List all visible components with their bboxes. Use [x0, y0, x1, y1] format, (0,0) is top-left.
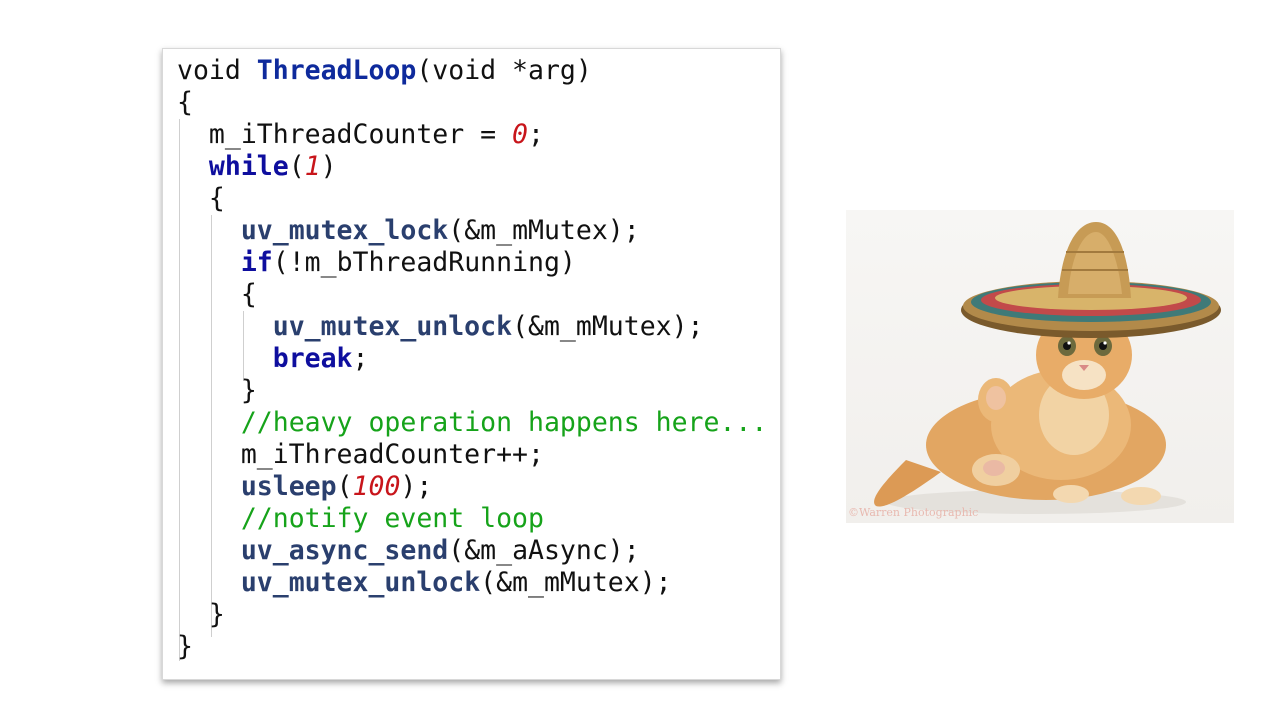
- code-text: void: [177, 55, 257, 86]
- photo-credit: ©Warren Photographic: [848, 506, 979, 519]
- code-line-1: void ThreadLoop(void *arg): [177, 55, 767, 87]
- code-line-11: }: [177, 375, 767, 407]
- code-text: m_iThreadCounter++;: [177, 439, 544, 470]
- code-line-9: uv_mutex_unlock(&m_mMutex);: [177, 311, 767, 343]
- api-call: uv_mutex_lock: [240, 215, 449, 246]
- code-line-8: {: [177, 279, 767, 311]
- api-call: uv_mutex_unlock: [272, 311, 513, 342]
- code-text: (void *arg): [416, 55, 592, 86]
- code-text: (&m_mMutex);: [512, 311, 704, 342]
- cat-in-sombrero-photo: ©Warren Photographic: [846, 210, 1234, 523]
- code-text: {: [177, 87, 193, 118]
- number-literal: 100: [352, 471, 401, 502]
- code-line-6: uv_mutex_lock(&m_mMutex);: [177, 215, 767, 247]
- keyword: if: [240, 247, 273, 278]
- code-text: (!m_bThreadRunning): [272, 247, 576, 278]
- code-listing-card: void ThreadLoop(void *arg){ m_iThreadCou…: [162, 48, 781, 680]
- code-line-10: break;: [177, 343, 767, 375]
- code-text: (&m_mMutex);: [480, 567, 672, 598]
- code-text: ;: [528, 119, 544, 150]
- code-text: }: [177, 631, 193, 662]
- code-text: (: [288, 151, 305, 182]
- code-line-16: uv_async_send(&m_aAsync);: [177, 535, 767, 567]
- code-line-12: //heavy operation happens here...: [177, 407, 768, 439]
- code-comment: //notify event loop: [240, 503, 544, 534]
- code-text: {: [177, 183, 225, 214]
- api-call: uv_async_send: [240, 535, 449, 566]
- code-text: }: [177, 375, 257, 406]
- function-name: ThreadLoop: [256, 55, 417, 86]
- code-line-18: }: [177, 599, 767, 631]
- api-call: usleep: [240, 471, 337, 502]
- code-text: ;: [352, 343, 369, 374]
- code-text: );: [400, 471, 433, 502]
- code-text: ): [320, 151, 337, 182]
- cat-illustration: [874, 222, 1221, 514]
- code-line-4: while(1): [177, 151, 767, 183]
- code-line-13: m_iThreadCounter++;: [177, 439, 767, 471]
- code-line-7: if(!m_bThreadRunning): [177, 247, 767, 279]
- number-literal: 0: [512, 119, 529, 150]
- code-line-19: }: [177, 631, 767, 663]
- code-text: (: [336, 471, 353, 502]
- api-call: uv_mutex_unlock: [240, 567, 481, 598]
- code-comment: //heavy operation happens here...: [240, 407, 768, 438]
- code-line-17: uv_mutex_unlock(&m_mMutex);: [177, 567, 767, 599]
- code-text: m_iThreadCounter =: [177, 119, 513, 150]
- code-text: {: [177, 279, 257, 310]
- code-line-3: m_iThreadCounter = 0;: [177, 119, 767, 151]
- number-literal: 1: [304, 151, 321, 182]
- code-line-15: //notify event loop: [177, 503, 767, 535]
- code-text: (&m_aAsync);: [448, 535, 640, 566]
- code-text: (&m_mMutex);: [448, 215, 640, 246]
- code-text: }: [177, 599, 225, 630]
- keyword: break: [272, 343, 353, 374]
- code-block: void ThreadLoop(void *arg){ m_iThreadCou…: [177, 55, 767, 663]
- code-line-2: {: [177, 87, 767, 119]
- keyword: while: [208, 151, 289, 182]
- code-line-5: {: [177, 183, 767, 215]
- code-line-14: usleep(100);: [177, 471, 767, 503]
